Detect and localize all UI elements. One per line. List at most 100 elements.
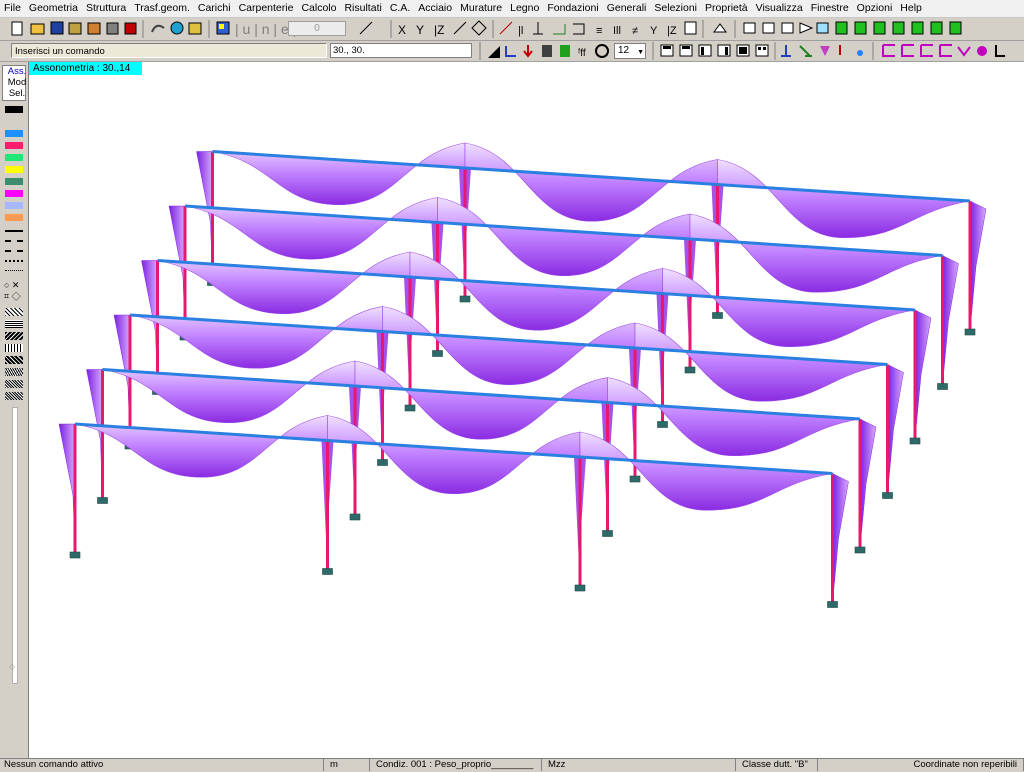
moment-diagram-column	[58, 423, 76, 555]
open-folder-icon	[30, 23, 45, 35]
menu-item-struttura[interactable]: Struttura	[82, 0, 130, 17]
save-icon	[50, 21, 64, 35]
menu-item-generali[interactable]: Generali	[603, 0, 651, 17]
column-base-support	[574, 584, 586, 592]
status-bar: Nessun comando attivo m Condiz. 001 : Pe…	[0, 758, 1024, 772]
menu-item-file[interactable]: File	[0, 0, 25, 17]
solid-green3-icon	[873, 21, 886, 35]
menu-item-visualizza[interactable]: Visualizza	[752, 0, 807, 17]
corner-icon	[995, 45, 1005, 57]
column-base-support	[629, 475, 641, 483]
value-field[interactable]: 0	[288, 21, 346, 36]
column-base-support	[459, 295, 471, 303]
command-input[interactable]: Inserisci un comando	[11, 43, 327, 58]
menu-item-geometria[interactable]: Geometria	[25, 0, 82, 17]
ff-icon: ᶠff	[578, 48, 586, 59]
layer-icon	[188, 22, 202, 35]
menu-item-opzioni[interactable]: Opzioni	[853, 0, 897, 17]
column-base-support	[657, 421, 668, 428]
align-icon-2	[679, 44, 693, 57]
line-dot-style[interactable]	[5, 260, 23, 262]
column-base-support	[909, 437, 921, 445]
hatch-pattern-5[interactable]	[5, 356, 23, 364]
load-icon	[820, 46, 830, 56]
menu-item-selezioni[interactable]: Selezioni	[650, 0, 701, 17]
z-icon: |Z	[667, 25, 677, 37]
eraser-icon	[713, 23, 727, 33]
moment-diagram-beam	[74, 415, 328, 478]
solid-green-icon	[835, 21, 848, 35]
color-swatch[interactable]	[5, 142, 23, 149]
moment-diagram-column	[914, 309, 932, 441]
vertical-slider-track[interactable]	[12, 407, 18, 684]
node-symbol-tools-2[interactable]: ⌗ ◇	[4, 291, 21, 302]
play-icon	[799, 22, 814, 34]
hatch-pattern-6[interactable]	[5, 368, 23, 376]
hatch-pattern-3[interactable]	[5, 332, 23, 340]
menu-item-risultati[interactable]: Risultati	[340, 0, 385, 17]
menu-item-carpenterie[interactable]: Carpenterie	[235, 0, 298, 17]
hatch-pattern-8[interactable]	[5, 392, 23, 400]
menu-item-carichi[interactable]: Carichi	[194, 0, 235, 17]
color-swatch[interactable]	[5, 166, 23, 173]
column-base-support	[69, 551, 81, 559]
menu-item-acciaio[interactable]: Acciaio	[414, 0, 456, 17]
line-dashdot-style[interactable]	[5, 250, 23, 252]
green-block-icon	[560, 45, 570, 57]
slider-handle-icon[interactable]: ◇	[9, 662, 15, 671]
moment-diagram-column	[887, 364, 904, 495]
menu-item-finestre[interactable]: Finestre	[807, 0, 853, 17]
mode-sel-button[interactable]: Sel.	[5, 88, 29, 99]
color-swatch[interactable]	[5, 214, 23, 221]
hatch-pattern-1[interactable]	[5, 308, 23, 316]
column-tool-icon: |l	[518, 25, 523, 37]
cube-wire3-icon	[781, 22, 794, 34]
arrow-down-icon	[523, 45, 533, 58]
mode-ass-button[interactable]: Ass.	[5, 66, 29, 77]
hatch-pattern-2[interactable]	[5, 320, 23, 328]
moment-diagram-column	[86, 369, 103, 500]
cube-wire2-icon	[762, 22, 775, 34]
node-symbol-tools[interactable]: ○ ✕	[4, 280, 19, 291]
menu-item-calcolo[interactable]: Calcolo	[297, 0, 340, 17]
hatch-pattern-4[interactable]	[5, 344, 23, 352]
status-coords: Coordinate non reperibili	[820, 759, 1024, 771]
cube-face-icon	[816, 22, 829, 34]
diagram-icon-6	[977, 46, 987, 56]
hatch-triangle-icon	[488, 46, 500, 58]
left-tool-panel: Ass. Mod Sel. ○ ✕ ⌗ ◇ ◇	[0, 62, 29, 758]
column-base-support	[684, 366, 696, 374]
menu-item-murature[interactable]: Murature	[456, 0, 506, 17]
status-component: Mzz	[544, 759, 736, 771]
line-tool-icon	[359, 21, 373, 35]
align-icon-5	[736, 44, 750, 57]
color-swatch[interactable]	[5, 190, 23, 197]
column-base-support	[602, 530, 613, 537]
column-base-support	[827, 601, 838, 608]
menu-item-trasf-geom-[interactable]: Trasf.geom.	[130, 0, 194, 17]
menu-item-fondazioni[interactable]: Fondazioni	[543, 0, 602, 17]
menu-item-help[interactable]: Help	[896, 0, 926, 17]
3d-model-viewport[interactable]	[29, 62, 1024, 758]
menu-item-propriet-[interactable]: Proprietà	[701, 0, 752, 17]
color-swatch[interactable]	[5, 106, 23, 113]
moment-diagram-column	[942, 255, 959, 386]
mode-mod-button[interactable]: Mod	[5, 77, 29, 88]
coordinate-input[interactable]: 30., 30.	[330, 43, 472, 58]
line-solid-style[interactable]	[5, 230, 23, 232]
menu-bar: File Geometria Struttura Trasf.geom. Carichi…	[0, 0, 1024, 18]
column-base-support	[937, 383, 948, 390]
column-base-support	[377, 459, 388, 466]
view-label: Assonometria : 30.,14	[29, 62, 142, 75]
hatch-pattern-7[interactable]	[5, 380, 23, 388]
menu-item-legno[interactable]: Legno	[506, 0, 543, 17]
color-swatch[interactable]	[5, 154, 23, 161]
size-combo[interactable]: 12 ▼	[614, 43, 646, 59]
color-swatch[interactable]	[5, 202, 23, 209]
color-swatch[interactable]	[5, 130, 23, 137]
line-dash-style[interactable]	[5, 240, 23, 242]
line-fine-style[interactable]	[5, 270, 23, 271]
menu-item-c-a-[interactable]: C.A.	[386, 0, 414, 17]
diagram-icon-4	[939, 44, 952, 57]
color-swatch[interactable]	[5, 178, 23, 185]
